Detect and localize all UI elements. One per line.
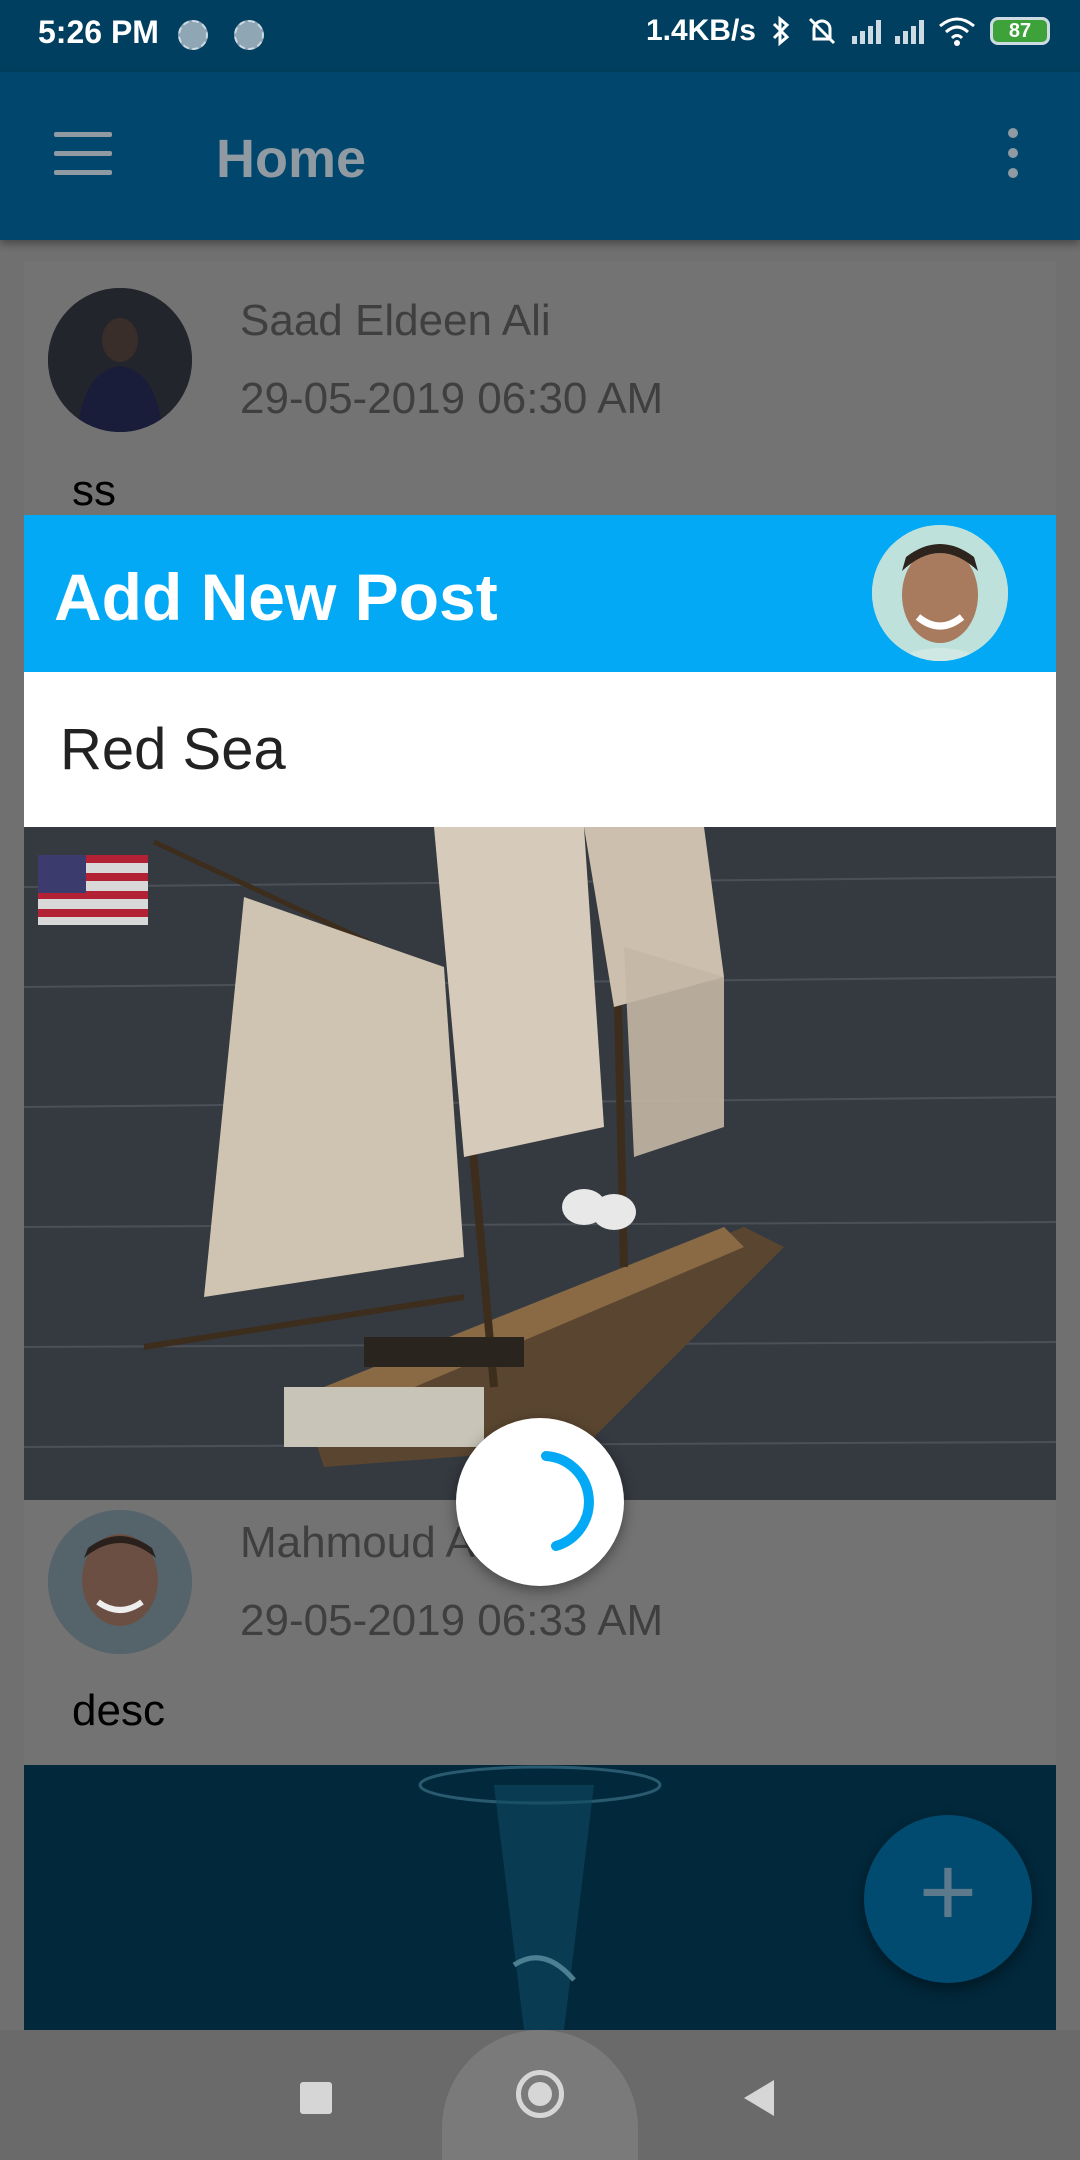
post-text: desc (72, 1686, 165, 1735)
wifi-icon (939, 17, 975, 46)
post-date: 29-05-2019 06:33 AM (240, 1596, 664, 1645)
signal-icon (895, 18, 924, 44)
avatar (872, 525, 1008, 661)
back-icon[interactable] (744, 2080, 774, 2116)
status-time: 5:26 PM (38, 14, 159, 50)
avatar (48, 288, 192, 432)
menu-icon[interactable] (54, 132, 112, 176)
system-navigation-bar (0, 2030, 1080, 2160)
post-image-preview[interactable] (24, 827, 1056, 1500)
notification-icon (178, 20, 208, 50)
signal-icon (852, 18, 881, 44)
add-post-button[interactable]: + (864, 1815, 1032, 1983)
page-title: Home (216, 129, 367, 189)
battery-icon: 87 (990, 17, 1050, 45)
post-author: Mahmoud A (240, 1518, 475, 1567)
post-title-input[interactable] (60, 712, 1020, 786)
post-title-field-container (24, 672, 1056, 827)
status-indicators: 1.4KB/s 87 (646, 14, 1050, 48)
dialog-header: Add New Post (24, 515, 1056, 672)
recent-apps-icon[interactable] (300, 2082, 332, 2114)
notification-icon (234, 20, 264, 50)
network-speed: 1.4KB/s (645, 14, 756, 47)
post-card[interactable]: Saad Eldeen Ali 29-05-2019 06:30 AM ss (24, 262, 1056, 515)
post-date: 29-05-2019 06:30 AM (240, 374, 664, 423)
home-button[interactable] (442, 2030, 638, 2160)
post-author: Saad Eldeen Ali (240, 296, 551, 345)
bluetooth-icon (772, 15, 790, 47)
more-options-icon[interactable] (1008, 128, 1020, 188)
post-text: ss (72, 466, 116, 515)
avatar (48, 1510, 192, 1654)
muted-bell-icon (808, 17, 836, 45)
dialog-title: Add New Post (54, 560, 498, 634)
loading-spinner (456, 1418, 624, 1586)
plus-icon: + (918, 1836, 978, 1948)
status-bar: 5:26 PM 1.4KB/s 87 (0, 0, 1080, 72)
app-bar: Home (0, 72, 1080, 240)
